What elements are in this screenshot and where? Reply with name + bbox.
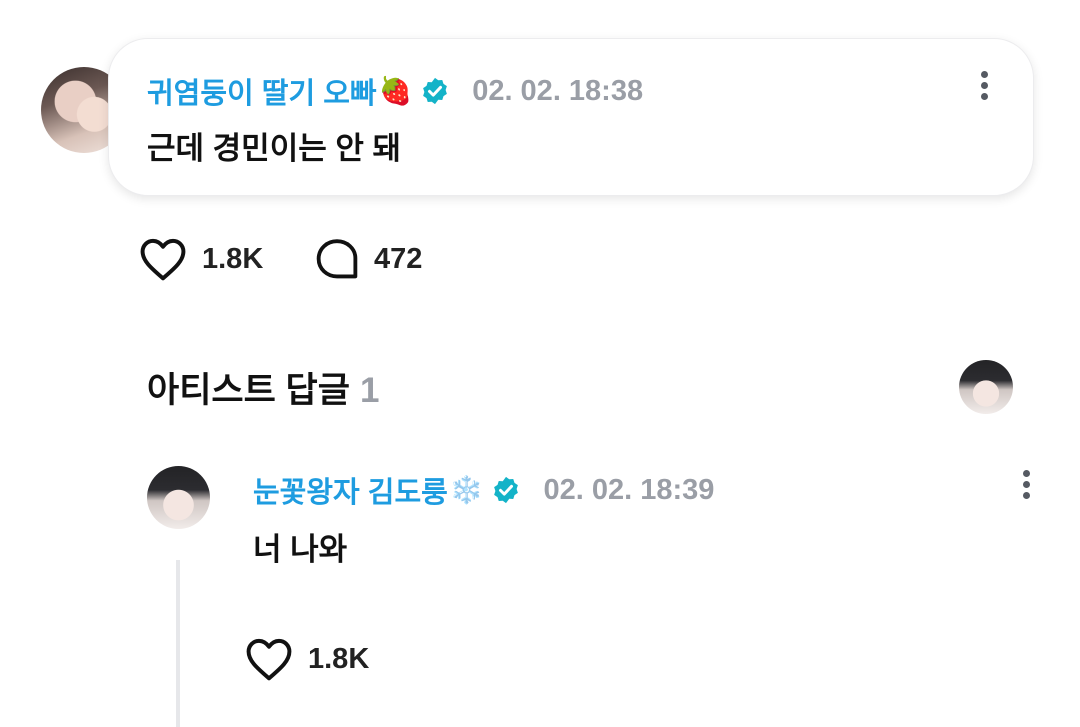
commenter-name[interactable]: 귀염둥이 딸기 오빠 [147, 70, 377, 112]
thread-connector-line [176, 560, 180, 727]
like-button[interactable]: 1.8K [138, 236, 263, 282]
comment-text: 근데 경민이는 안 돼 [147, 131, 401, 166]
artist-reply-like-count: 1.8K [308, 642, 370, 675]
reply-button[interactable]: 472 [314, 237, 422, 281]
artist-reply-header: 눈꽃왕자 김도룽 ❄️ 02. 02. 18:39 [253, 469, 714, 511]
artist-reply-heading: 아티스트 답글 1 [147, 362, 379, 413]
comment-thread-page: 귀염둥이 딸기 오빠 🍓 02. 02. 18:38 근데 경민이는 안 돼 1… [0, 0, 1080, 727]
reply-count: 472 [374, 242, 423, 275]
comment-card [108, 38, 1034, 196]
artist-reply-timestamp: 02. 02. 18:39 [543, 473, 715, 506]
speech-bubble-icon [316, 239, 358, 279]
comment-header: 귀염둥이 딸기 오빠 🍓 02. 02. 18:38 [147, 70, 643, 112]
strawberry-emoji: 🍓 [378, 75, 413, 107]
artist-reply-text: 너 나와 [253, 532, 348, 567]
snowflake-emoji: ❄️ [449, 474, 484, 506]
like-count: 1.8K [202, 242, 264, 275]
verified-badge-icon [423, 77, 448, 105]
more-vertical-icon[interactable] [978, 71, 990, 107]
verified-badge-icon [494, 476, 519, 504]
comment-timestamp: 02. 02. 18:38 [472, 74, 644, 107]
artist-avatar-small[interactable] [959, 360, 1013, 414]
artist-name[interactable]: 눈꽃왕자 김도룽 [253, 469, 448, 511]
heart-icon [140, 238, 186, 281]
artist-avatar[interactable] [147, 466, 210, 529]
heart-icon [246, 638, 292, 681]
artist-reply-count: 1 [359, 371, 380, 410]
artist-reply-like-button[interactable]: 1.8K [244, 636, 369, 682]
more-vertical-icon[interactable] [1020, 470, 1032, 506]
artist-reply-title: 아티스트 답글 [147, 371, 350, 410]
